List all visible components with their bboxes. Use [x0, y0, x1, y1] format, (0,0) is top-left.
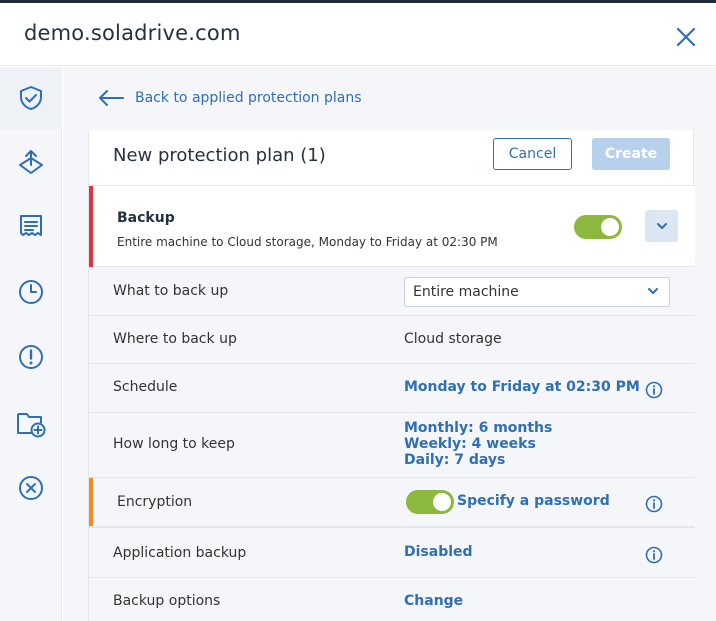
- row-encryption: Encryption Specify a password: [89, 478, 695, 528]
- encryption-toggle[interactable]: [406, 490, 454, 514]
- row-label: Application backup: [113, 545, 247, 561]
- alert-icon: [19, 345, 43, 369]
- shield-check-icon: [20, 86, 42, 110]
- row-schedule: Schedule Monday to Friday at 02:30 PM: [89, 364, 695, 413]
- row-label: Encryption: [117, 494, 193, 510]
- arrow-left-icon: [99, 90, 124, 106]
- folder-add-icon: [17, 413, 46, 438]
- row-label: How long to keep: [113, 436, 235, 452]
- row-backup-options: Backup options Change: [89, 578, 695, 621]
- toggle-knob: [601, 218, 619, 236]
- sidebar: [0, 67, 62, 621]
- plan-settings: What to back up Entire machine Where to …: [89, 267, 695, 621]
- schedule-link[interactable]: Monday to Friday at 02:30 PM: [404, 379, 640, 395]
- chevron-down-icon: [648, 288, 658, 294]
- application-backup-link[interactable]: Disabled: [404, 544, 473, 560]
- encryption-status-stripe: [89, 478, 93, 526]
- retention-monthly[interactable]: Monthly: 6 months: [404, 420, 552, 436]
- sidebar-item-cancel[interactable]: [0, 457, 62, 519]
- row-retention: How long to keep Monthly: 6 months Weekl…: [89, 413, 695, 478]
- backup-title: Backup: [117, 210, 175, 226]
- cancel-button[interactable]: Cancel: [493, 138, 572, 170]
- backup-toggle[interactable]: [574, 215, 622, 239]
- cancel-circle-icon: [19, 476, 43, 500]
- sidebar-item-add-folder[interactable]: [0, 392, 62, 454]
- row-label: Backup options: [113, 593, 221, 609]
- info-icon[interactable]: [645, 381, 663, 399]
- row-label: What to back up: [113, 283, 229, 299]
- select-value: Entire machine: [413, 284, 519, 300]
- clock-icon: [19, 280, 43, 304]
- row-value: Cloud storage: [404, 331, 502, 347]
- row-where-to-back-up: Where to back up Cloud storage: [89, 316, 695, 364]
- info-icon[interactable]: [645, 546, 663, 564]
- sidebar-item-reports[interactable]: [0, 195, 62, 257]
- upload-icon: [19, 150, 43, 174]
- chevron-down-icon: [656, 223, 667, 229]
- document-icon: [20, 215, 42, 236]
- backup-options-link[interactable]: Change: [404, 593, 463, 609]
- backup-section: Backup Entire machine to Cloud storage, …: [89, 186, 695, 267]
- plan-title: New protection plan (1): [113, 145, 326, 166]
- create-button[interactable]: Create: [592, 138, 670, 170]
- window-header: demo.soladrive.com: [0, 3, 716, 66]
- backup-status-stripe: [89, 186, 93, 267]
- row-application-backup: Application backup Disabled: [89, 528, 695, 578]
- info-icon[interactable]: [645, 495, 663, 513]
- retention-weekly[interactable]: Weekly: 4 weeks: [404, 436, 536, 452]
- protection-plan-panel: New protection plan (1) Cancel Create Ba…: [88, 130, 695, 621]
- expand-button[interactable]: [645, 210, 678, 242]
- what-to-back-up-select[interactable]: Entire machine: [404, 277, 670, 307]
- sidebar-item-protection[interactable]: [0, 67, 62, 129]
- close-icon[interactable]: [672, 23, 700, 51]
- toggle-knob: [433, 493, 451, 511]
- retention-daily[interactable]: Daily: 7 days: [404, 452, 505, 468]
- specify-password-link[interactable]: Specify a password: [457, 493, 610, 509]
- window-title: demo.soladrive.com: [24, 21, 241, 45]
- back-link-label: Back to applied protection plans: [135, 90, 362, 106]
- back-link[interactable]: Back to applied protection plans: [97, 86, 362, 110]
- row-label: Schedule: [113, 379, 178, 395]
- backup-summary: Entire machine to Cloud storage, Monday …: [117, 235, 498, 249]
- sidebar-item-activities[interactable]: [0, 261, 62, 323]
- row-label: Where to back up: [113, 331, 237, 347]
- row-what-to-back-up: What to back up Entire machine: [89, 267, 695, 316]
- sidebar-item-upload[interactable]: [0, 131, 62, 193]
- sidebar-item-alerts[interactable]: [0, 326, 62, 388]
- plan-header: New protection plan (1) Cancel Create: [89, 130, 695, 186]
